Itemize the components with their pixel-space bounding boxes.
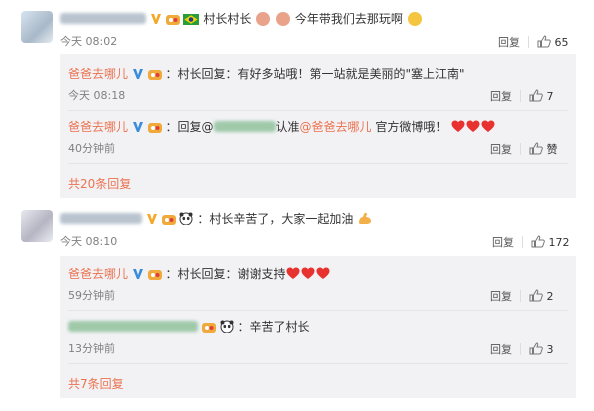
divider <box>520 143 521 155</box>
reply-button[interactable]: 回复 <box>498 36 520 49</box>
reply-1-1-line: 爸爸去哪儿 ：村长回复：有好多站哦！第一站就是美丽的"塞上江南" <box>68 66 465 84</box>
reply-2-1-line: 爸爸去哪儿 ：村长回复：谢谢支持 <box>68 266 331 284</box>
reply-text-b: 认准 <box>275 120 300 134</box>
reply-time: 59分钟前 <box>68 289 115 302</box>
reply-time: 40分钟前 <box>68 142 115 155</box>
member-crown-icon <box>161 213 176 229</box>
heart-icon <box>466 120 480 132</box>
blue-v-icon <box>132 68 144 84</box>
like-label: 赞 <box>546 143 558 156</box>
reply-button[interactable]: 回复 <box>490 290 512 303</box>
panda-icon <box>220 320 234 337</box>
member-crown-icon <box>201 321 216 337</box>
reply-text: ：村长回复：有好多站哦！第一站就是美丽的"塞上江南" <box>165 67 465 81</box>
divider <box>68 163 568 164</box>
divider <box>520 290 521 302</box>
reply-1-1-actions: 回复 7 <box>490 89 554 106</box>
comment-1-text-a: 村长村长 <box>203 12 252 26</box>
reply-button[interactable]: 回复 <box>490 143 512 156</box>
heart-icon <box>301 267 315 279</box>
mention-link[interactable]: @爸爸去哪儿 <box>300 120 372 134</box>
comment-1-actions: 回复 65 <box>498 35 569 52</box>
comment-time: 今天 08:02 <box>60 35 118 48</box>
divider <box>520 343 521 355</box>
like-count: 3 <box>546 343 554 356</box>
brazil-flag-icon <box>183 13 200 29</box>
heart-icon <box>316 267 330 279</box>
heart-icon <box>481 120 495 132</box>
comment-2-text: ：村长辛苦了，大家一起加油 <box>197 212 354 226</box>
comment-2-actions: 回复 172 <box>492 235 570 252</box>
thumbs-up-icon[interactable] <box>529 289 543 306</box>
thumbs-up-icon[interactable] <box>529 142 543 159</box>
reply-text: ：辛苦了村长 <box>237 320 310 334</box>
reply-username[interactable]: 爸爸去哪儿 <box>68 120 128 134</box>
blurred-username[interactable] <box>60 13 146 24</box>
comment-time: 今天 08:10 <box>60 235 118 248</box>
member-crown-icon <box>165 13 180 29</box>
avatar[interactable] <box>21 11 53 43</box>
member-crown-icon <box>147 268 162 284</box>
reply-button[interactable]: 回复 <box>490 343 512 356</box>
reply-time: 今天 08:18 <box>68 89 126 102</box>
comment-2-header: ：村长辛苦了，大家一起加油 <box>60 211 373 229</box>
divider <box>68 363 568 364</box>
monkey-emoji-icon <box>256 12 271 26</box>
vip-v-icon <box>146 213 158 229</box>
reply-1-2-actions: 回复 赞 <box>490 142 558 159</box>
heart-icon <box>286 267 300 279</box>
heart-icon <box>451 120 465 132</box>
divider <box>522 236 523 248</box>
blurred-mention[interactable] <box>213 121 276 132</box>
like-count: 2 <box>546 290 554 303</box>
thumbs-up-icon[interactable] <box>537 35 551 52</box>
reply-1-2-line: 爸爸去哪儿 ：回复@ 认准@爸爸去哪儿 官方微博哦！ <box>68 119 496 137</box>
blurred-username[interactable] <box>60 213 142 224</box>
kiss-emoji-icon <box>407 12 422 26</box>
divider <box>68 310 568 311</box>
member-crown-icon <box>147 121 162 137</box>
like-count: 65 <box>554 36 569 49</box>
blue-v-icon <box>132 121 144 137</box>
reply-button[interactable]: 回复 <box>490 90 512 103</box>
reply-username[interactable]: 爸爸去哪儿 <box>68 67 128 81</box>
reply-2-2-line: ：辛苦了村长 <box>68 319 310 337</box>
thumbs-up-icon[interactable] <box>531 235 545 252</box>
divider <box>528 36 529 48</box>
reply-text-a: ：回复@ <box>165 120 214 134</box>
reply-2-1-actions: 回复 2 <box>490 289 554 306</box>
reply-text: ：村长回复：谢谢支持 <box>165 267 286 281</box>
avatar[interactable] <box>21 210 53 242</box>
flexed-biceps-icon <box>357 211 373 229</box>
more-replies-link[interactable]: 共7条回复 <box>68 375 124 392</box>
member-crown-icon <box>147 68 162 84</box>
reply-2-2-actions: 回复 3 <box>490 342 554 359</box>
like-count: 7 <box>546 90 554 103</box>
blue-v-icon <box>132 268 144 284</box>
reply-time: 13分钟前 <box>68 342 115 355</box>
vip-v-icon <box>150 13 162 29</box>
comment-1-header: 村长村长 今年带我们去那玩啊 <box>60 11 423 29</box>
more-replies-link[interactable]: 共20条回复 <box>68 175 131 192</box>
reply-text-c: 官方微博哦！ <box>375 120 448 134</box>
thumbs-up-icon[interactable] <box>529 89 543 106</box>
like-count: 172 <box>548 236 570 249</box>
reply-button[interactable]: 回复 <box>492 236 514 249</box>
divider <box>520 90 521 102</box>
thumbs-up-icon[interactable] <box>529 342 543 359</box>
blurred-username[interactable] <box>68 321 198 332</box>
divider <box>68 110 568 111</box>
reply-username[interactable]: 爸爸去哪儿 <box>68 267 128 281</box>
comment-1-text-b: 今年带我们去那玩啊 <box>294 12 403 26</box>
monkey-emoji-icon-2 <box>275 12 290 26</box>
panda-icon <box>179 212 193 229</box>
